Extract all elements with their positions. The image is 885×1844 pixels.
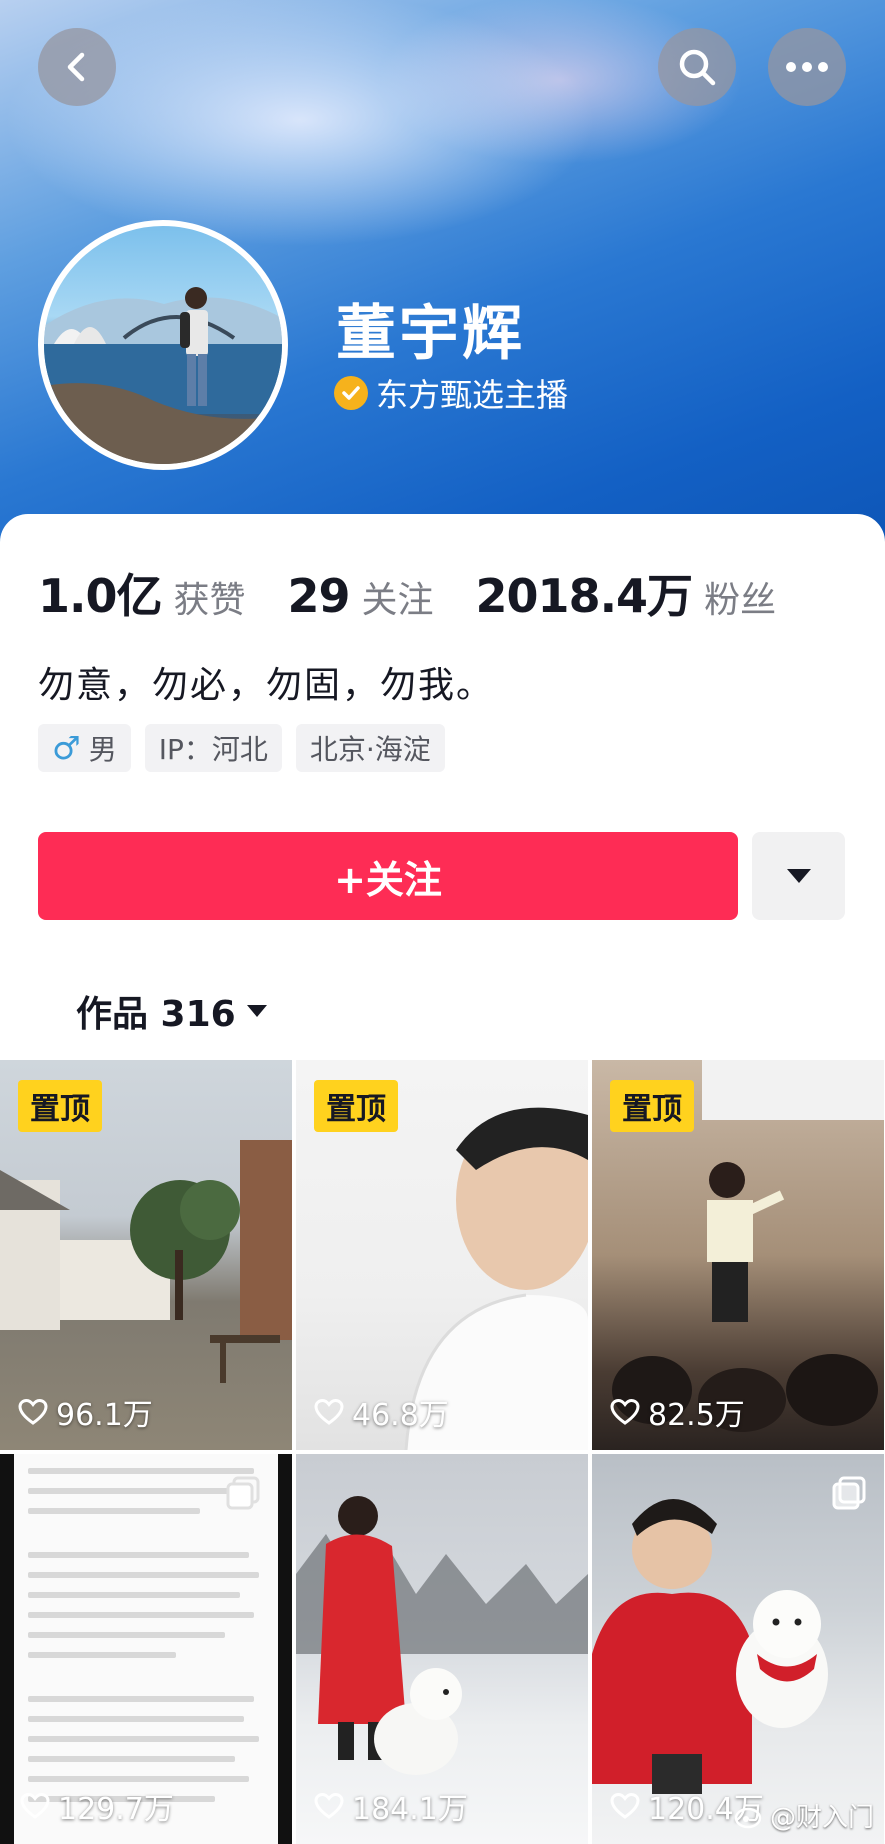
multi-image-icon	[226, 1476, 260, 1510]
follow-button[interactable]: +关注	[38, 832, 738, 920]
heart-icon	[610, 1398, 640, 1425]
heart-icon	[314, 1398, 344, 1425]
male-icon: ♂	[52, 729, 81, 767]
video-likes: 96.1万	[18, 1390, 153, 1434]
heart-icon	[20, 1792, 50, 1819]
video-thumbnail[interactable]: 置顶 82.5万	[592, 1060, 884, 1450]
likes-count: 184.1万	[352, 1792, 468, 1827]
video-likes: 82.5万	[610, 1390, 745, 1434]
pinned-badge: 置顶	[18, 1080, 102, 1132]
bio-text: 勿意，勿必，勿固，勿我。	[38, 665, 495, 706]
caret-down-icon	[246, 1005, 267, 1017]
followers-count[interactable]: 2018.4万	[476, 560, 694, 626]
profile-tags: ♂ 男 IP：河北 北京·海淀	[38, 724, 445, 772]
ellipsis-icon	[786, 62, 828, 72]
search-icon	[679, 49, 716, 86]
video-thumbnail[interactable]: 184.1万	[296, 1454, 588, 1844]
following-label[interactable]: 关注	[362, 571, 434, 623]
following-count[interactable]: 29	[288, 569, 351, 623]
video-thumbnail[interactable]: 120.4万 @财入门	[592, 1454, 884, 1844]
weibo-logo-icon	[734, 1807, 762, 1828]
location-label: 北京·海淀	[309, 733, 431, 766]
more-options-button[interactable]	[768, 28, 846, 106]
caret-down-icon	[786, 869, 811, 883]
verified-label: 东方甄选主播	[376, 376, 569, 414]
video-thumbnail[interactable]: 置顶 96.1万	[0, 1060, 292, 1450]
heart-icon	[18, 1398, 48, 1425]
pinned-badge: 置顶	[610, 1080, 694, 1132]
profile-name: 董宇辉	[336, 299, 525, 369]
likes-label: 获赞	[173, 580, 246, 621]
video-likes: 46.8万	[314, 1390, 449, 1434]
profile-stats: 1.0亿 获赞 29 关注 2018.4万 粉丝	[38, 560, 776, 626]
back-button[interactable]	[38, 28, 116, 106]
watermark: @财入门	[734, 1797, 874, 1834]
likes-count: 129.7万	[58, 1792, 174, 1827]
watermark-text: @财入门	[769, 1803, 874, 1833]
works-tab-label: 作品 316	[76, 994, 236, 1035]
pinned-badge: 置顶	[314, 1080, 398, 1132]
gender-label: 男	[88, 733, 117, 766]
location-tag: 北京·海淀	[295, 724, 445, 772]
likes-count: 1.0亿	[38, 569, 162, 623]
recommend-dropdown-button[interactable]	[752, 832, 845, 920]
document-text-lines	[28, 1468, 274, 1816]
chevron-left-icon	[67, 52, 85, 82]
tab-works[interactable]: 作品 316	[76, 985, 268, 1037]
avatar-photo	[44, 287, 282, 464]
follow-button-label: +关注	[334, 857, 442, 902]
video-grid: 置顶 96.1万 置顶 46.8万 置顶 82.5万 129.7万 184.1万…	[0, 1060, 885, 1844]
search-button[interactable]	[658, 28, 736, 106]
avatar[interactable]	[38, 220, 288, 470]
video-likes: 184.1万	[314, 1784, 468, 1828]
heart-icon	[610, 1792, 640, 1819]
multi-image-icon	[832, 1476, 866, 1510]
verified-check-icon	[334, 376, 368, 410]
verified-badge-row: 东方甄选主播	[334, 370, 568, 416]
likes-count: 96.1万	[56, 1398, 153, 1433]
gender-tag: ♂ 男	[38, 724, 131, 772]
ip-tag: IP：河北	[144, 724, 282, 772]
followers-label[interactable]: 粉丝	[704, 571, 776, 623]
video-thumbnail[interactable]: 置顶 46.8万	[296, 1060, 588, 1450]
ip-label: IP：河北	[158, 733, 268, 766]
heart-icon	[314, 1792, 344, 1819]
likes-count: 46.8万	[352, 1398, 449, 1433]
video-thumbnail[interactable]: 129.7万	[0, 1454, 292, 1844]
likes-count: 82.5万	[648, 1398, 745, 1433]
video-likes: 129.7万	[20, 1784, 174, 1828]
